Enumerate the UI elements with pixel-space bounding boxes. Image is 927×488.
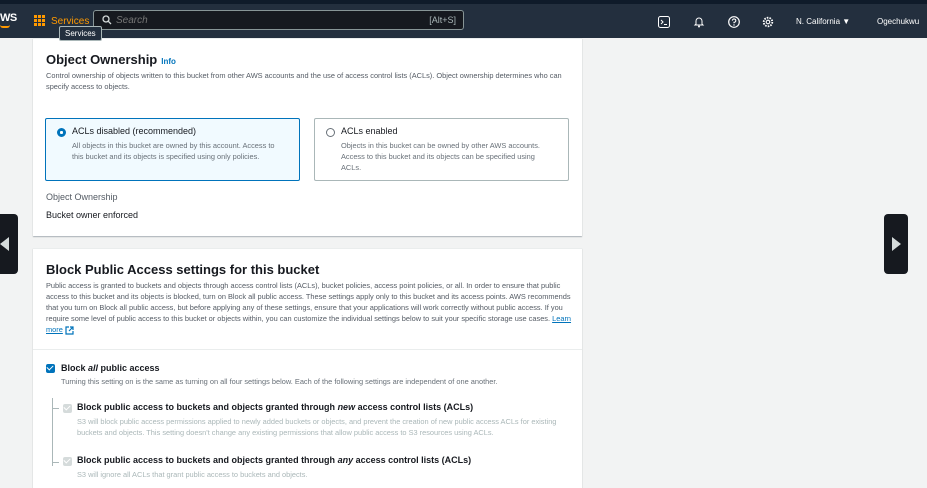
block-new-acls-description: S3 will block public access permissions … xyxy=(77,417,557,437)
block-public-access-options: Block all public access Turning this set… xyxy=(33,349,582,488)
search-shortcut-hint: [Alt+S] xyxy=(429,15,456,25)
object-ownership-value: Bucket owner enforced xyxy=(46,210,139,220)
block-any-acls-label: Block public access to buckets and objec… xyxy=(77,455,472,465)
acls-enabled-description: Objects in this bucket can be owned by o… xyxy=(341,141,540,172)
acls-enabled-label: ACLs enabled xyxy=(341,126,398,136)
region-selector[interactable]: N. California ▼ xyxy=(796,17,850,26)
help-icon[interactable] xyxy=(728,16,740,28)
bell-icon[interactable] xyxy=(693,16,705,28)
tree-branch xyxy=(52,408,59,409)
block-any-acls-description: S3 will ignore all ACLs that grant publi… xyxy=(77,470,308,479)
acls-disabled-description: All objects in this bucket are owned by … xyxy=(72,141,275,161)
info-link[interactable]: Info xyxy=(161,57,176,66)
object-ownership-title: Object Ownership xyxy=(46,52,158,67)
block-public-access-panel: Block Public Access settings for this bu… xyxy=(33,248,582,488)
object-ownership-key: Object Ownership xyxy=(46,192,118,202)
acls-disabled-label: ACLs disabled (recommended) xyxy=(72,126,197,136)
services-tooltip: Services xyxy=(59,26,102,41)
cloudshell-icon[interactable] xyxy=(658,16,670,28)
block-new-acls-checkbox[interactable] xyxy=(63,404,72,413)
object-ownership-description: Control ownership of objects written to … xyxy=(46,71,562,91)
next-arrow-button[interactable] xyxy=(884,214,908,274)
search-icon xyxy=(102,15,112,25)
object-ownership-heading: Object Ownership Info xyxy=(46,52,176,67)
block-all-checkbox[interactable] xyxy=(46,364,55,373)
acls-disabled-radio[interactable] xyxy=(57,128,66,137)
object-ownership-panel: Object Ownership Info Control ownership o… xyxy=(33,38,582,236)
block-any-acls-checkbox[interactable] xyxy=(63,457,72,466)
block-public-access-description-text: Public access is granted to buckets and … xyxy=(46,281,571,323)
block-public-access-description: Public access is granted to buckets and … xyxy=(46,280,571,335)
aws-logo[interactable]: WS xyxy=(0,12,17,24)
search-input[interactable] xyxy=(116,13,406,27)
account-menu[interactable]: Ogechukwu xyxy=(877,17,919,26)
gear-icon[interactable] xyxy=(762,16,774,28)
block-public-access-title: Block Public Access settings for this bu… xyxy=(46,262,320,277)
block-all-description: Turning this setting on is the same as t… xyxy=(61,377,498,386)
block-all-label: Block all public access xyxy=(61,363,160,373)
acls-enabled-radio[interactable] xyxy=(326,128,335,137)
top-navigation: WS Services [Alt+S] Services N. Californ… xyxy=(0,0,927,41)
external-link-icon xyxy=(65,325,74,335)
acls-disabled-option[interactable]: ACLs disabled (recommended) All objects … xyxy=(45,118,300,181)
tree-branch xyxy=(52,462,59,463)
search-box[interactable]: [Alt+S] xyxy=(93,10,464,30)
aws-logo-smile xyxy=(0,25,10,28)
block-new-acls-label: Block public access to buckets and objec… xyxy=(77,402,474,412)
previous-arrow-button[interactable] xyxy=(0,214,18,274)
services-grid-icon[interactable] xyxy=(34,15,45,26)
acls-enabled-option[interactable]: ACLs enabled Objects in this bucket can … xyxy=(314,118,569,181)
